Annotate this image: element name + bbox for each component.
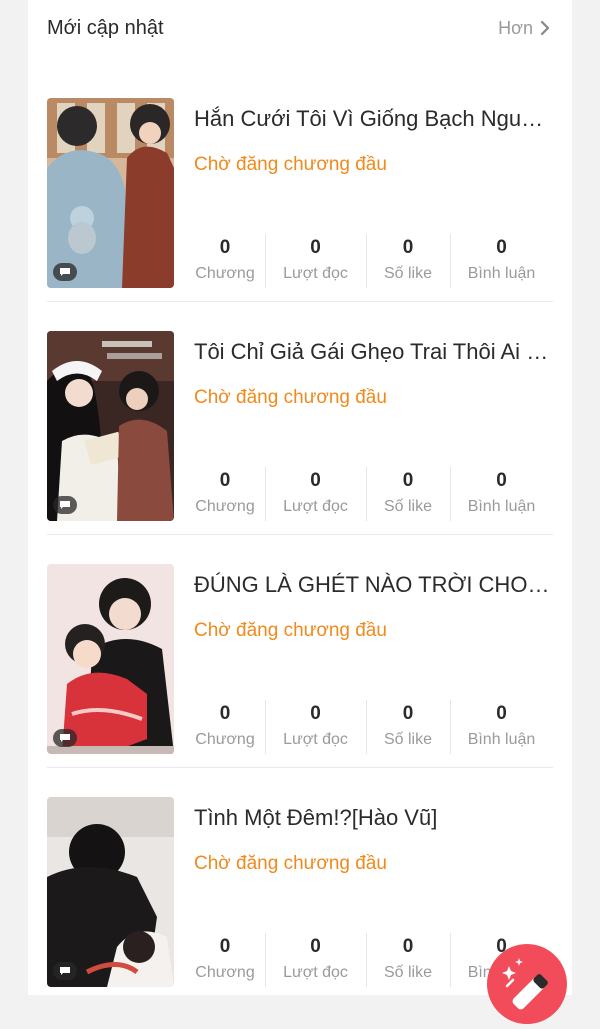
stat-label: Lượt đọc xyxy=(283,731,348,748)
stat-label: Chương xyxy=(195,964,255,981)
stat-value: 0 xyxy=(219,470,231,491)
stat-value: 0 xyxy=(496,237,507,258)
stat-label: Bình luận xyxy=(467,731,536,748)
stat-likes: 0 Số like xyxy=(366,933,450,987)
book-title[interactable]: Hắn Cưới Tôi Vì Giống Bạch Nguyệt Quang xyxy=(194,106,553,132)
book-cover[interactable] xyxy=(47,564,174,754)
stat-value: 0 xyxy=(219,703,231,724)
stat-value: 0 xyxy=(402,237,414,258)
stat-value: 0 xyxy=(402,936,414,957)
stat-value: 0 xyxy=(496,703,507,724)
chevron-right-icon xyxy=(540,20,550,36)
stat-label: Chương xyxy=(195,265,255,282)
stat-chapters: 0 Chương xyxy=(185,234,265,288)
chat-bubble-icon xyxy=(53,962,77,980)
stat-comments: 0 Bình luận xyxy=(450,467,553,521)
book-stats: 0 Chương 0 Lượt đọc 0 Số like 0 Bình luậ… xyxy=(185,234,553,288)
more-label: Hơn xyxy=(498,17,533,38)
stat-label: Số like xyxy=(383,731,433,748)
book-status: Chờ đăng chương đầu xyxy=(194,154,387,175)
stat-value: 0 xyxy=(310,470,321,491)
stat-reads: 0 Lượt đọc xyxy=(265,467,366,521)
stat-label: Số like xyxy=(383,498,433,515)
book-title[interactable]: ĐÚNG LÀ GHÉT NÀO TRỜI CHO NẤY xyxy=(194,572,553,598)
book-cover[interactable] xyxy=(47,331,174,521)
stat-value: 0 xyxy=(310,936,321,957)
stat-label: Chương xyxy=(195,731,255,748)
book-cover[interactable] xyxy=(47,98,174,288)
stat-comments: 0 Bình luận xyxy=(450,700,553,754)
stat-label: Bình luận xyxy=(467,265,536,282)
stat-label: Lượt đọc xyxy=(283,498,348,515)
stat-reads: 0 Lượt đọc xyxy=(265,700,366,754)
stat-label: Lượt đọc xyxy=(283,265,348,282)
updates-card: Mới cập nhật Hơn Hắn Cưới Tôi Vì Giống B… xyxy=(28,0,572,995)
stat-value: 0 xyxy=(496,470,507,491)
stat-value: 0 xyxy=(310,237,321,258)
stat-likes: 0 Số like xyxy=(366,234,450,288)
chat-bubble-icon xyxy=(53,263,77,281)
chat-bubble-icon xyxy=(53,496,77,514)
create-story-button[interactable] xyxy=(487,944,567,1024)
book-cover[interactable] xyxy=(47,797,174,987)
stat-value: 0 xyxy=(219,237,231,258)
stat-value: 0 xyxy=(402,703,414,724)
stat-comments: 0 Bình luận xyxy=(450,234,553,288)
stat-likes: 0 Số like xyxy=(366,467,450,521)
more-link[interactable]: Hơn xyxy=(498,18,553,39)
stat-label: Số like xyxy=(383,265,433,282)
stat-label: Lượt đọc xyxy=(283,964,348,981)
section-title: Mới cập nhật xyxy=(47,16,164,39)
book-item[interactable]: Tôi Chỉ Giả Gái Ghẹo Trai Thôi Ai Ngờ Ch… xyxy=(47,331,553,535)
book-item[interactable]: Tình Một Đêm!?[Hào Vũ] Chờ đăng chương đ… xyxy=(47,797,553,987)
book-status: Chờ đăng chương đầu xyxy=(194,620,387,641)
stat-reads: 0 Lượt đọc xyxy=(265,234,366,288)
stat-value: 0 xyxy=(219,936,231,957)
book-status: Chờ đăng chương đầu xyxy=(194,387,387,408)
book-status: Chờ đăng chương đầu xyxy=(194,853,387,874)
magic-wand-icon xyxy=(502,958,548,1010)
book-stats: 0 Chương 0 Lượt đọc 0 Số like 0 Bình luậ… xyxy=(185,467,553,521)
book-title[interactable]: Tình Một Đêm!?[Hào Vũ] xyxy=(194,805,553,831)
stat-label: Bình luận xyxy=(467,498,536,515)
stat-label: Số like xyxy=(383,964,433,981)
stat-chapters: 0 Chương xyxy=(185,700,265,754)
stat-value: 0 xyxy=(310,703,321,724)
stat-reads: 0 Lượt đọc xyxy=(265,933,366,987)
book-stats: 0 Chương 0 Lượt đọc 0 Số like 0 Bình luậ… xyxy=(185,700,553,754)
stat-value: 0 xyxy=(402,470,414,491)
book-item[interactable]: Hắn Cưới Tôi Vì Giống Bạch Nguyệt Quang … xyxy=(47,98,553,302)
stat-chapters: 0 Chương xyxy=(185,467,265,521)
chat-bubble-icon xyxy=(53,729,77,747)
stat-chapters: 0 Chương xyxy=(185,933,265,987)
book-title[interactable]: Tôi Chỉ Giả Gái Ghẹo Trai Thôi Ai Ngờ xyxy=(194,339,553,365)
stat-label: Chương xyxy=(195,498,255,515)
section-header: Mới cập nhật Hơn xyxy=(47,10,553,46)
book-item[interactable]: ĐÚNG LÀ GHÉT NÀO TRỜI CHO NẤY Chờ đăng c… xyxy=(47,564,553,768)
stat-likes: 0 Số like xyxy=(366,700,450,754)
